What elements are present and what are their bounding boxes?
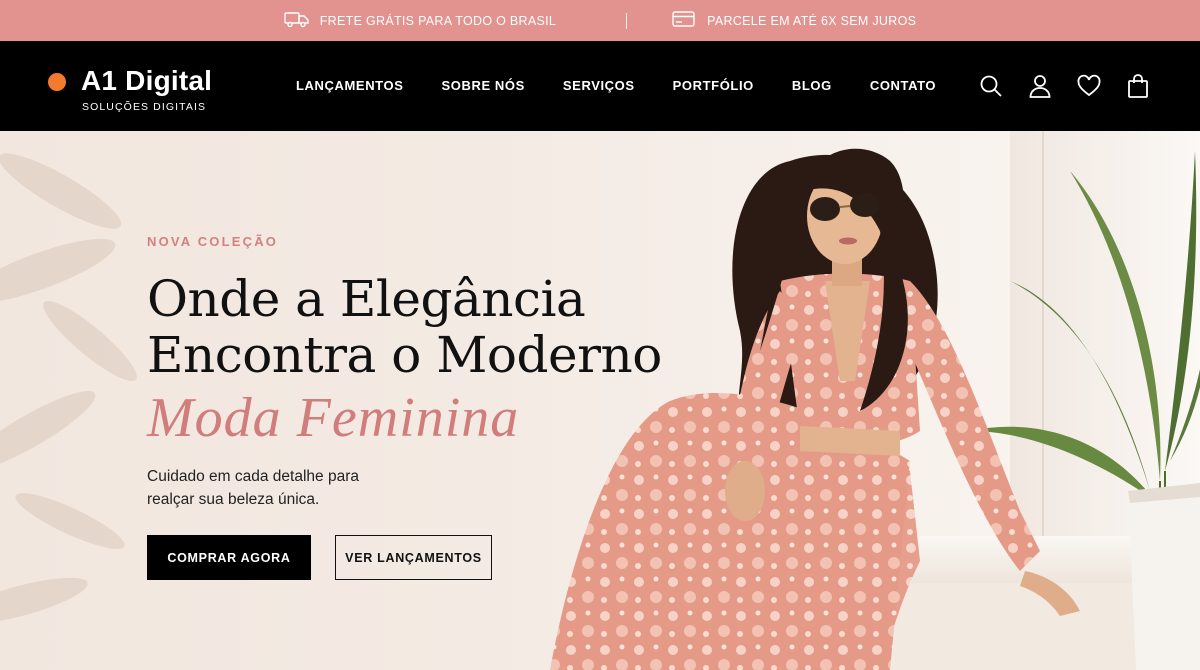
shop-now-button[interactable]: COMPRAR AGORA [147, 535, 311, 580]
nav-icons [979, 73, 1150, 99]
promo-installments-text: PARCELE EM ATÉ 6X SEM JUROS [707, 13, 917, 28]
shopping-bag-icon[interactable] [1126, 73, 1150, 99]
logo-dot [48, 73, 66, 91]
hero-headline-line1: Onde a Elegância [147, 270, 586, 328]
main-menu: LANÇAMENTOS SOBRE NÓS SERVIÇOS PORTFÓLIO… [296, 78, 936, 93]
nav-item-blog[interactable]: BLOG [792, 78, 832, 93]
view-new-arrivals-button[interactable]: VER LANÇAMENTOS [335, 535, 492, 580]
search-icon[interactable] [979, 73, 1003, 99]
hero-description: Cuidado em cada detalhe para realçar sua… [147, 468, 359, 508]
brand-name: A1 Digital [81, 65, 213, 96]
nav-item-lancamentos[interactable]: LANÇAMENTOS [296, 78, 403, 93]
model-photo [550, 148, 1080, 670]
heart-icon[interactable] [1077, 73, 1101, 99]
promo-bar: FRETE GRÁTIS PARA TODO O BRASIL PARCELE … [0, 0, 1200, 41]
hero-headline: Onde a Elegância Encontra o Moderno [147, 271, 662, 383]
promo-installments: PARCELE EM ATÉ 6X SEM JUROS [671, 10, 916, 31]
user-icon[interactable] [1028, 73, 1052, 99]
promo-free-shipping-text: FRETE GRÁTIS PARA TODO O BRASIL [319, 13, 557, 28]
hero-headline-line2: Encontra o Moderno [147, 326, 662, 384]
nav-item-servicos[interactable]: SERVIÇOS [563, 78, 635, 93]
hero-eyebrow: NOVA COLEÇÃO [147, 234, 279, 249]
nav-item-contato[interactable]: CONTATO [870, 78, 936, 93]
nav-item-sobre-nos[interactable]: SOBRE NÓS [441, 78, 524, 93]
main-navbar: A1 Digital SOLUÇÕES DIGITAIS LANÇAMENTOS… [0, 41, 1200, 131]
promo-free-shipping: FRETE GRÁTIS PARA TODO O BRASIL [284, 10, 556, 31]
truck-icon [284, 10, 310, 31]
nav-item-portfolio[interactable]: PORTFÓLIO [673, 78, 754, 93]
brand-tagline: SOLUÇÕES DIGITAIS [82, 101, 207, 113]
hero-section: NOVA COLEÇÃO Onde a Elegância Encontra o… [0, 131, 1200, 670]
hero-script-subtitle: Moda Feminina [147, 387, 520, 449]
credit-card-icon [671, 10, 697, 31]
promo-divider [626, 12, 628, 29]
